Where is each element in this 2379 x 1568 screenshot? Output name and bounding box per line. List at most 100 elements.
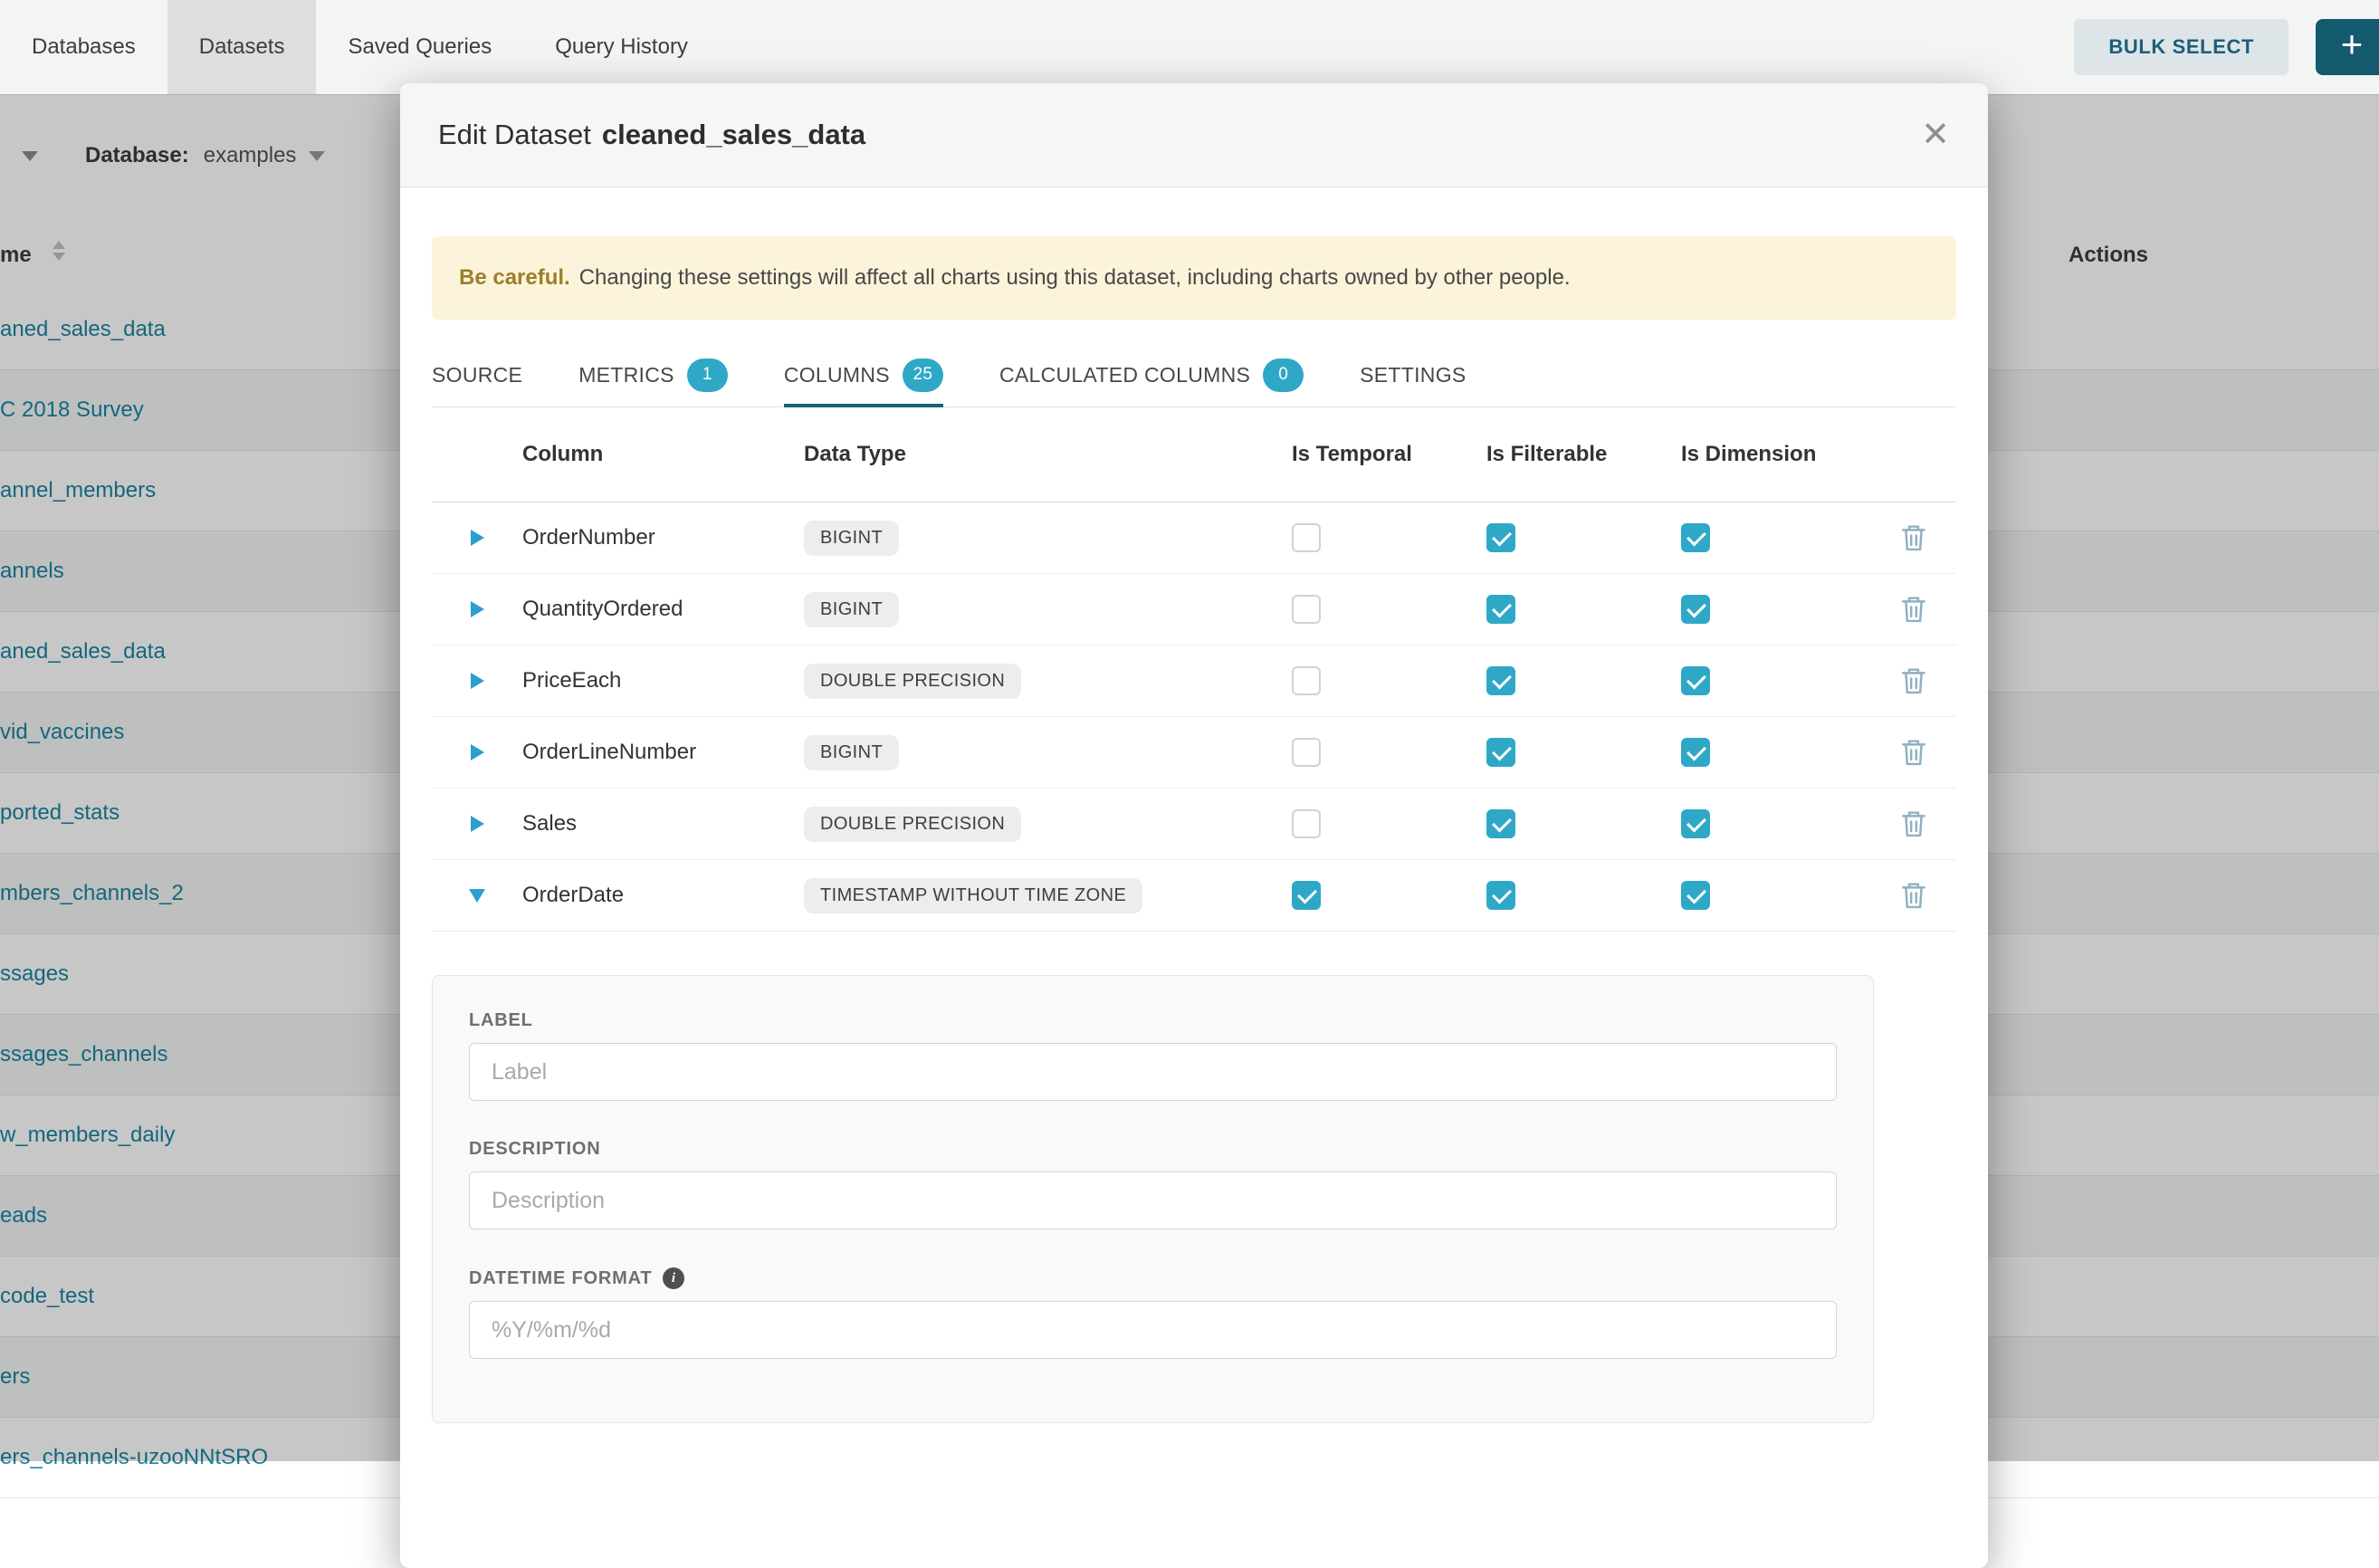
is-dimension-cell bbox=[1672, 881, 1844, 910]
is-dimension-checkbox[interactable] bbox=[1681, 738, 1710, 767]
caret-cell bbox=[432, 889, 522, 903]
is-filterable-cell bbox=[1477, 666, 1672, 695]
actions-cell bbox=[1844, 595, 1956, 624]
is-filterable-checkbox[interactable] bbox=[1486, 738, 1515, 767]
modal-title-prefix: Edit Dataset bbox=[438, 119, 591, 150]
expand-caret-icon[interactable] bbox=[471, 816, 484, 832]
expand-caret-icon[interactable] bbox=[471, 530, 484, 546]
column-row-orderdate: OrderDateTIMESTAMP WITHOUT TIME ZONE bbox=[432, 860, 1956, 932]
is-dimension-checkbox[interactable] bbox=[1681, 666, 1710, 695]
is-temporal-cell bbox=[1283, 523, 1477, 552]
datetime-format-field-label: DATETIME FORMAT bbox=[469, 1267, 1837, 1289]
column-name: OrderDate bbox=[522, 883, 789, 908]
is-temporal-cell bbox=[1283, 666, 1477, 695]
is-temporal-checkbox[interactable] bbox=[1292, 738, 1321, 767]
is-dimension-cell bbox=[1672, 666, 1844, 695]
is-filterable-cell bbox=[1477, 881, 1672, 910]
is-temporal-checkbox[interactable] bbox=[1292, 595, 1321, 624]
column-header-data-type: Data Type bbox=[789, 442, 1283, 467]
label-input[interactable] bbox=[469, 1043, 1837, 1101]
is-dimension-cell bbox=[1672, 809, 1844, 838]
is-temporal-cell bbox=[1283, 809, 1477, 838]
collapse-caret-icon[interactable] bbox=[469, 889, 485, 903]
label-field-label-text: LABEL bbox=[469, 1010, 533, 1031]
delete-column-icon[interactable] bbox=[1900, 666, 1927, 695]
modal-title: Edit Dataset cleaned_sales_data bbox=[438, 119, 865, 151]
info-icon[interactable] bbox=[663, 1267, 684, 1289]
delete-column-icon[interactable] bbox=[1900, 738, 1927, 767]
column-row-priceeach: PriceEach DOUBLE PRECISION bbox=[432, 645, 1956, 717]
actions-cell bbox=[1844, 523, 1956, 552]
caret-cell bbox=[432, 816, 522, 832]
column-name: Sales bbox=[522, 811, 789, 837]
modal-header: Edit Dataset cleaned_sales_data ✕ bbox=[400, 83, 1988, 187]
is-filterable-checkbox[interactable] bbox=[1486, 523, 1515, 552]
app: { "nav": { "items": [ {"label": "Databas… bbox=[0, 0, 2379, 1461]
expand-caret-icon[interactable] bbox=[471, 673, 484, 689]
expand-caret-icon[interactable] bbox=[471, 601, 484, 617]
label-field-label: LABEL bbox=[469, 1010, 1837, 1031]
column-header-column: Column bbox=[522, 442, 789, 467]
is-filterable-cell bbox=[1477, 523, 1672, 552]
is-filterable-checkbox[interactable] bbox=[1486, 595, 1515, 624]
description-field-label-text: DESCRIPTION bbox=[469, 1139, 600, 1160]
delete-column-icon[interactable] bbox=[1900, 881, 1927, 910]
modal-body: Be careful. Changing these settings will… bbox=[400, 236, 1988, 1423]
is-filterable-checkbox[interactable] bbox=[1486, 666, 1515, 695]
is-dimension-checkbox[interactable] bbox=[1681, 595, 1710, 624]
warning-text: Changing these settings will affect all … bbox=[579, 265, 1571, 291]
tab-label: CALCULATED COLUMNS bbox=[999, 363, 1250, 387]
column-name: QuantityOrdered bbox=[522, 597, 789, 622]
close-icon[interactable]: ✕ bbox=[1921, 118, 1950, 152]
modal-tabs: SOURCE METRICS 1 COLUMNS25 CALCULATED COLUMN… bbox=[432, 343, 1956, 407]
is-temporal-checkbox[interactable] bbox=[1292, 666, 1321, 695]
columns-table-body: OrderNumberBIGINTQuantityOrderedBIGINTPr… bbox=[432, 502, 1956, 932]
column-row-sales: Sales DOUBLE PRECISION bbox=[432, 789, 1956, 860]
nav-item-query-history[interactable]: Query History bbox=[523, 0, 720, 94]
is-filterable-cell bbox=[1477, 595, 1672, 624]
delete-column-icon[interactable] bbox=[1900, 809, 1927, 838]
delete-column-icon[interactable] bbox=[1900, 523, 1927, 552]
tab-source[interactable]: SOURCE bbox=[432, 343, 522, 406]
datetime-format-input[interactable] bbox=[469, 1301, 1837, 1359]
is-dimension-checkbox[interactable] bbox=[1681, 881, 1710, 910]
expand-caret-icon[interactable] bbox=[471, 744, 484, 760]
tab-calculated-columns[interactable]: CALCULATED COLUMNS0 bbox=[999, 343, 1304, 406]
actions-cell bbox=[1844, 666, 1956, 695]
nav-item-datasets[interactable]: Datasets bbox=[167, 0, 317, 94]
is-dimension-checkbox[interactable] bbox=[1681, 523, 1710, 552]
tab-columns[interactable]: COLUMNS25 bbox=[784, 343, 943, 406]
edit-dataset-modal: Edit Dataset cleaned_sales_data ✕ Be care… bbox=[400, 83, 1988, 1568]
column-row-ordernumber: OrderNumberBIGINT bbox=[432, 502, 1956, 574]
is-filterable-cell bbox=[1477, 809, 1672, 838]
is-dimension-cell bbox=[1672, 738, 1844, 767]
bulk-select-button[interactable]: BULK SELECT bbox=[2074, 19, 2288, 75]
modal-title-dataset-name: cleaned_sales_data bbox=[602, 119, 865, 150]
description-field: DESCRIPTION bbox=[469, 1139, 1837, 1229]
nav-item-saved-queries[interactable]: Saved Queries bbox=[316, 0, 523, 94]
nav-actions: BULK SELECT + bbox=[2074, 0, 2379, 94]
is-dimension-checkbox[interactable] bbox=[1681, 809, 1710, 838]
data-type-pill: DOUBLE PRECISION bbox=[804, 664, 1021, 699]
tab-label: METRICS bbox=[578, 363, 674, 387]
tab-metrics[interactable]: METRICS 1 bbox=[578, 343, 728, 406]
data-type-pill: DOUBLE PRECISION bbox=[804, 807, 1021, 842]
is-filterable-checkbox[interactable] bbox=[1486, 809, 1515, 838]
is-temporal-checkbox[interactable] bbox=[1292, 809, 1321, 838]
caret-cell bbox=[432, 601, 522, 617]
description-input[interactable] bbox=[469, 1171, 1837, 1229]
columns-header-row: ColumnData TypeIs TemporalIs FilterableI… bbox=[432, 407, 1956, 502]
delete-column-icon[interactable] bbox=[1900, 595, 1927, 624]
is-temporal-checkbox[interactable] bbox=[1292, 523, 1321, 552]
is-temporal-cell bbox=[1283, 881, 1477, 910]
is-filterable-checkbox[interactable] bbox=[1486, 881, 1515, 910]
tab-label: SETTINGS bbox=[1360, 363, 1466, 387]
tab-count-badge: 1 bbox=[687, 359, 728, 392]
tab-settings[interactable]: SETTINGS bbox=[1360, 343, 1466, 406]
actions-cell bbox=[1844, 809, 1956, 838]
is-temporal-checkbox[interactable] bbox=[1292, 881, 1321, 910]
column-name: PriceEach bbox=[522, 668, 789, 693]
add-dataset-button[interactable]: + bbox=[2316, 19, 2379, 75]
nav-item-databases[interactable]: Databases bbox=[0, 0, 167, 94]
tab-count-badge: 25 bbox=[903, 359, 943, 392]
